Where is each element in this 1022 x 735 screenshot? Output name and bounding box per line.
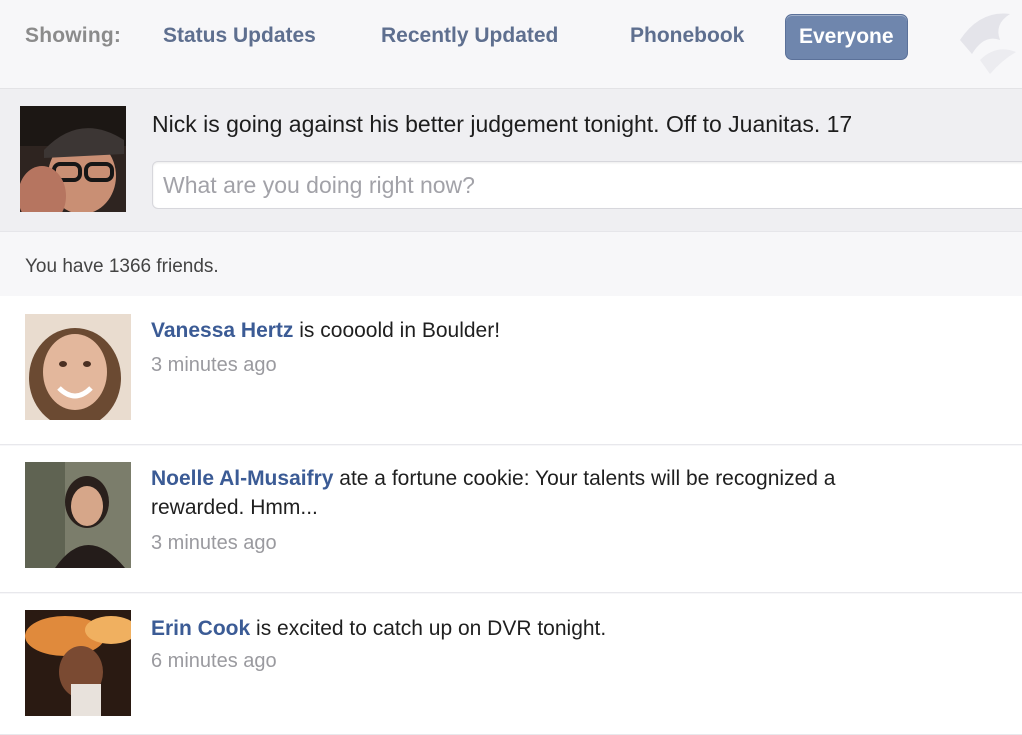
- friend-name-link[interactable]: Vanessa Hertz: [151, 319, 293, 342]
- feed-item: Erin Cook is excited to catch up on DVR …: [0, 594, 1022, 735]
- friend-count: You have 1366 friends.: [25, 256, 219, 277]
- status-input[interactable]: [152, 161, 1022, 209]
- feed-status: Noelle Al-Musaifry ate a fortune cookie:…: [151, 464, 1022, 522]
- filter-bar: Showing: Status Updates Recently Updated…: [0, 0, 1022, 80]
- feed-status: Erin Cook is excited to catch up on DVR …: [151, 614, 1022, 643]
- my-profile-avatar[interactable]: [20, 106, 126, 212]
- status-text: ate a fortune cookie: Your talents will …: [339, 467, 836, 490]
- tab-phonebook[interactable]: Phonebook: [630, 24, 744, 48]
- feed-item: Noelle Al-Musaifry ate a fortune cookie:…: [0, 446, 1022, 593]
- timestamp: 3 minutes ago: [151, 532, 277, 554]
- feed-status: Vanessa Hertz is coooold in Boulder!: [151, 316, 1022, 345]
- timestamp: 3 minutes ago: [151, 354, 277, 376]
- friend-avatar[interactable]: [25, 462, 131, 568]
- tab-status-updates[interactable]: Status Updates: [163, 24, 316, 48]
- status-text: is coooold in Boulder!: [299, 319, 501, 342]
- filter-label: Showing:: [25, 24, 122, 47]
- feed-item: Vanessa Hertz is coooold in Boulder! 3 m…: [0, 296, 1022, 445]
- friend-name-link[interactable]: Erin Cook: [151, 617, 250, 640]
- friend-name-link[interactable]: Noelle Al-Musaifry: [151, 467, 333, 490]
- decorative-graphic: [950, 0, 1022, 78]
- friend-avatar[interactable]: [25, 314, 131, 420]
- current-status-text: Nick is going against his better judgeme…: [152, 111, 853, 137]
- status-text: is excited to catch up on DVR tonight.: [256, 617, 607, 640]
- status-text-continued: rewarded. Hmm...: [151, 496, 318, 519]
- status-composer: Nick is going against his better judgeme…: [0, 88, 1022, 232]
- friend-avatar[interactable]: [25, 610, 131, 716]
- tab-everyone[interactable]: Everyone: [785, 14, 908, 60]
- timestamp: 6 minutes ago: [151, 650, 277, 672]
- tab-recently-updated[interactable]: Recently Updated: [381, 24, 558, 48]
